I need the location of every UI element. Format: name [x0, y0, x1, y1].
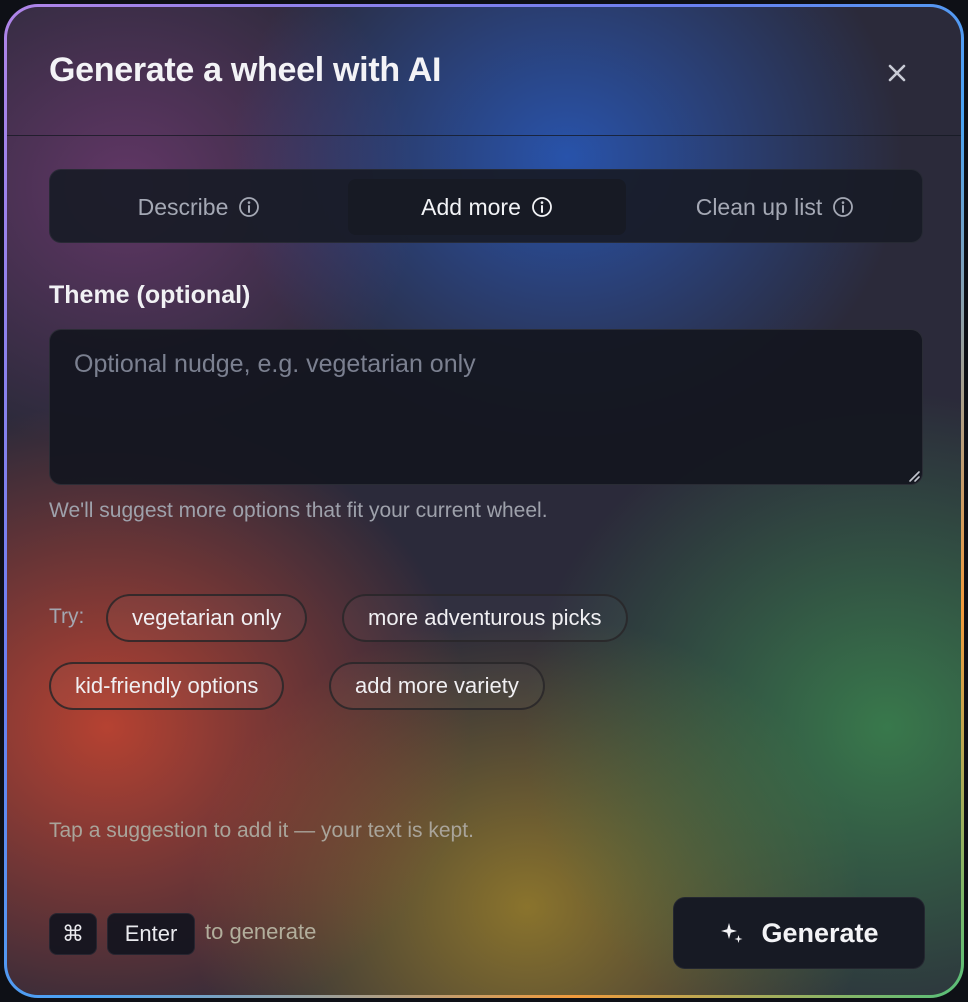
- dialog-frame: Generate a wheel with AI Describe Add mo…: [4, 4, 964, 998]
- sparkle-icon: [721, 923, 743, 943]
- tab-describe[interactable]: Describe: [60, 179, 338, 235]
- kbd-enter: Enter: [107, 913, 195, 955]
- info-icon: [239, 197, 260, 217]
- dialog-title: Generate a wheel with AI: [49, 51, 442, 89]
- suggestion-chip-more-adventurous-picks[interactable]: more adventurous picks: [342, 594, 628, 642]
- generate-wheel-dialog: Generate a wheel with AI Describe Add mo…: [7, 7, 961, 995]
- suggestion-footnote: Tap a suggestion to add it — your text i…: [49, 819, 474, 842]
- resize-handle-icon[interactable]: [907, 469, 921, 483]
- generate-button[interactable]: Generate: [673, 897, 925, 969]
- try-label: Try:: [49, 605, 85, 628]
- theme-input[interactable]: [49, 329, 923, 485]
- mode-tabs: Describe Add more Clean up list: [49, 169, 923, 243]
- info-icon: [531, 197, 552, 217]
- suggestion-chip-add-more-variety[interactable]: add more variety: [329, 662, 545, 710]
- close-icon: [888, 64, 906, 82]
- info-icon: [833, 197, 854, 217]
- theme-label: Theme (optional): [49, 281, 251, 309]
- kbd-command: ⌘: [49, 913, 97, 955]
- dialog-header: Generate a wheel with AI: [7, 7, 961, 136]
- tab-describe-label: Describe: [137, 193, 229, 220]
- tab-clean-up-list[interactable]: Clean up list: [636, 179, 914, 235]
- tab-clean-up-list-label: Clean up list: [695, 193, 823, 220]
- shortcut-hint: to generate: [205, 919, 317, 944]
- generate-button-label: Generate: [761, 917, 879, 948]
- close-button[interactable]: [881, 57, 913, 89]
- tab-add-more[interactable]: Add more: [348, 179, 626, 235]
- suggestion-chip-vegetarian-only[interactable]: vegetarian only: [106, 594, 308, 642]
- tab-add-more-label: Add more: [421, 193, 521, 220]
- theme-helper-text: We'll suggest more options that fit your…: [49, 499, 548, 522]
- suggestion-chip-kid-friendly-options[interactable]: kid-friendly options: [49, 662, 285, 710]
